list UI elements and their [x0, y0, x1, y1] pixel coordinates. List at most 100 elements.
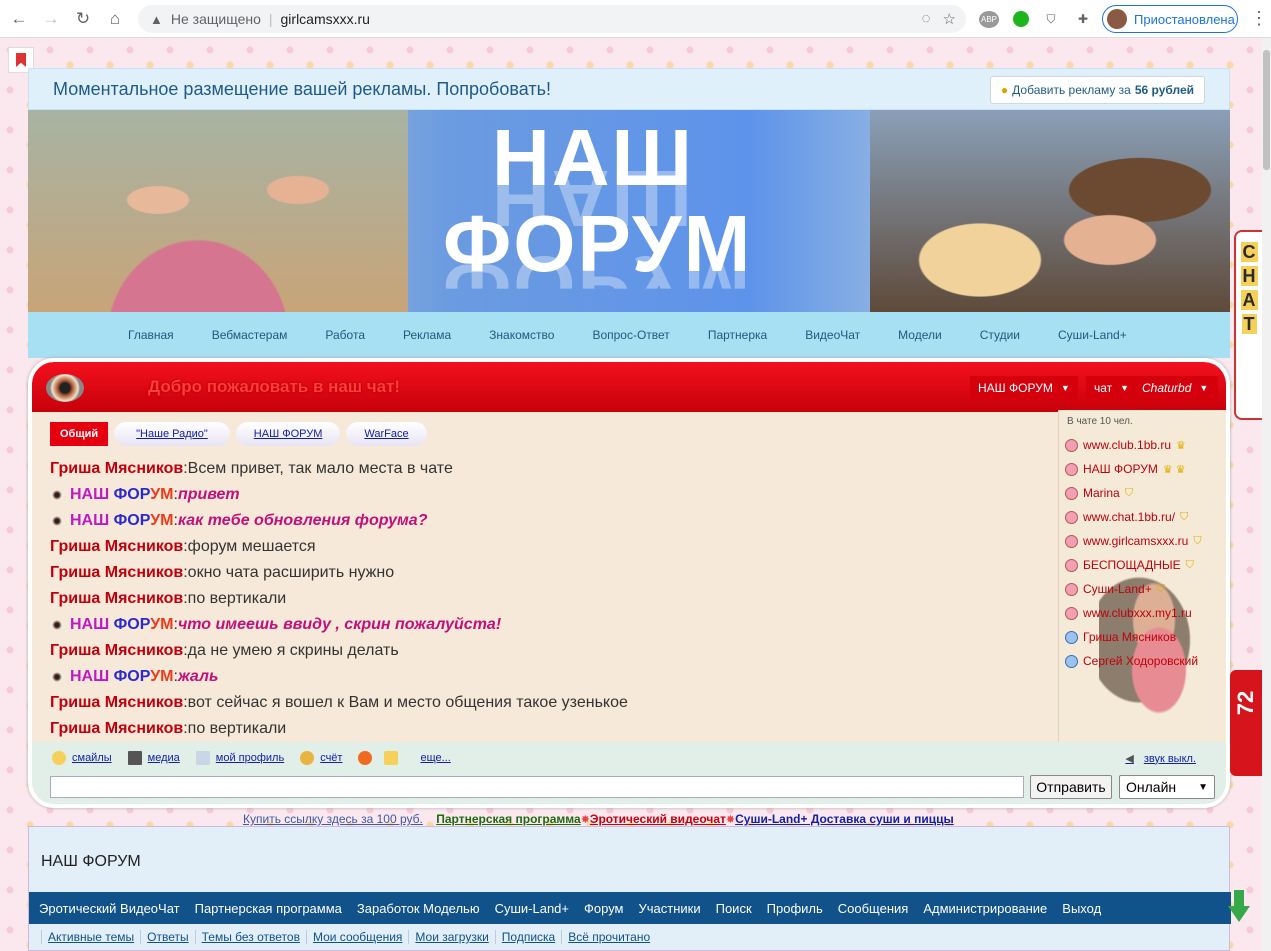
nav-partner[interactable]: Партнерка: [708, 328, 767, 342]
room-select[interactable]: НАШ ФОРУМ ▼: [970, 376, 1078, 400]
forum-subnav-item[interactable]: Активные темы: [41, 930, 140, 944]
forum-nav-item[interactable]: Сообщения: [838, 901, 909, 916]
scroll-down-arrow-icon[interactable]: [1228, 890, 1250, 924]
send-button[interactable]: Отправить: [1030, 775, 1112, 799]
buy-link[interactable]: Купить ссылку здесь за 100 руб.: [243, 812, 423, 826]
menu-icon[interactable]: ⋮: [1250, 8, 1268, 29]
scrollbar-thumb[interactable]: [1263, 50, 1270, 170]
add-advert-button[interactable]: ● Добавить рекламу за 56 рублей: [989, 76, 1205, 104]
header-banner[interactable]: НАШ ФОРУМ НАШ ФОРУМ: [28, 110, 1230, 312]
forum-nav-item[interactable]: Форум: [584, 901, 624, 916]
vip-button[interactable]: [358, 751, 378, 765]
forum-subnav-item[interactable]: Темы без ответов: [194, 930, 306, 944]
star-icon[interactable]: ☆: [943, 10, 956, 28]
user-list-item[interactable]: www.chat.1bb.ru/ ⛉: [1059, 505, 1226, 529]
forum-nav-item[interactable]: Эротический ВидеоЧат: [39, 901, 180, 916]
tab-general[interactable]: Общий: [50, 422, 109, 446]
user-list-item[interactable]: Суши-Land+ ⛉: [1059, 577, 1226, 601]
message-nick[interactable]: Гриша Мясников: [50, 460, 183, 478]
forum-nav-item[interactable]: Поиск: [716, 901, 752, 916]
abp-extension-icon[interactable]: ABP: [978, 8, 1000, 30]
forum-nav-item[interactable]: Партнерская программа: [195, 901, 342, 916]
forward-icon[interactable]: →: [38, 6, 64, 32]
user-list-item[interactable]: Гриша Мясников: [1059, 625, 1226, 649]
forum-nav-item[interactable]: Суши-Land+: [495, 901, 569, 916]
erotic-videochat-link[interactable]: Эротический видеочат: [590, 812, 726, 826]
message-nick[interactable]: Гриша Мясников: [50, 642, 183, 660]
message-nick[interactable]: НАШ ФОРУМ: [70, 486, 173, 504]
tab-forum[interactable]: НАШ ФОРУМ: [235, 422, 341, 446]
user-list-item[interactable]: www.girlcamsxxx.ru ⛉: [1059, 529, 1226, 553]
media-button[interactable]: медиа: [127, 751, 180, 765]
user-list-item[interactable]: www.clubxxx.my1.ru: [1059, 601, 1226, 625]
message-input[interactable]: [50, 776, 1024, 798]
user-icon: [1065, 630, 1078, 644]
puzzle-icon[interactable]: ✚: [1072, 8, 1094, 30]
nav-work[interactable]: Работа: [325, 328, 365, 342]
sound-toggle[interactable]: ◀ звук выкл.: [1125, 752, 1196, 766]
home-icon[interactable]: ⌂: [102, 6, 128, 32]
nav-sushi[interactable]: Суши-Land+: [1058, 328, 1127, 342]
forum-subnav-item[interactable]: Мои сообщения: [305, 930, 408, 944]
user-list-item[interactable]: НАШ ФОРУМ ♛ ♛: [1059, 457, 1226, 481]
scrollbar[interactable]: [1262, 38, 1271, 951]
message-nick[interactable]: Гриша Мясников: [50, 564, 183, 582]
user-list-item[interactable]: БЕСПОЩАДНЫЕ ⛉: [1059, 553, 1226, 577]
side-chat-letter: Т: [1241, 314, 1257, 334]
eye-off-icon[interactable]: ◌: [922, 10, 931, 28]
nav-videochat[interactable]: ВидеоЧат: [805, 328, 860, 342]
nav-models[interactable]: Модели: [898, 328, 942, 342]
message-nick[interactable]: НАШ ФОРУМ: [70, 668, 173, 686]
nav-webmasters[interactable]: Вебмастерам: [212, 328, 288, 342]
nav-ads[interactable]: Реклама: [403, 328, 451, 342]
message-nick[interactable]: Гриша Мясников: [50, 590, 183, 608]
message-nick[interactable]: Гриша Мясников: [50, 720, 183, 738]
forum-subnav-item[interactable]: Мои загрузки: [408, 930, 494, 944]
nav-dating[interactable]: Знакомство: [489, 328, 554, 342]
sushi-link[interactable]: Суши-Land+ Доставка суши и пиццы: [735, 812, 954, 826]
user-name: Суши-Land+: [1083, 582, 1152, 596]
message-nick[interactable]: НАШ ФОРУМ: [70, 512, 173, 530]
message-nick[interactable]: Гриша Мясников: [50, 538, 183, 556]
account-button[interactable]: счёт: [300, 751, 342, 765]
status-select[interactable]: Онлайн ▼: [1119, 775, 1215, 799]
tab-radio[interactable]: "Наше Радио": [114, 422, 230, 446]
chat-message: НАШ ФОРУМ: привет: [50, 482, 1050, 508]
forum-subnav-item[interactable]: Ответы: [140, 930, 194, 944]
forum-nav-item[interactable]: Выход: [1062, 901, 1101, 916]
nav-studios[interactable]: Студии: [980, 328, 1020, 342]
shield-extension-icon[interactable]: ⛉: [1040, 8, 1062, 30]
message-nick[interactable]: НАШ ФОРУМ: [70, 616, 173, 634]
user-list-item[interactable]: Сергей Ходоровский: [1059, 649, 1226, 673]
ad-text[interactable]: Моментальное размещение вашей рекламы. П…: [53, 79, 551, 100]
user-list-item[interactable]: Marina ⛉: [1059, 481, 1226, 505]
reload-icon[interactable]: ↻: [70, 6, 96, 32]
chat-select[interactable]: чат ▼: [1086, 376, 1138, 400]
back-icon[interactable]: ←: [6, 6, 32, 32]
coins-icon: [300, 751, 315, 765]
shield-button[interactable]: [384, 751, 404, 765]
forum-nav-item[interactable]: Участники: [639, 901, 701, 916]
side-chat-tab[interactable]: С Н А Т: [1234, 230, 1262, 420]
nav-qa[interactable]: Вопрос-Ответ: [592, 328, 669, 342]
nav-home[interactable]: Главная: [128, 328, 174, 342]
partner-link[interactable]: Партнерская программа: [436, 812, 580, 826]
forum-nav-item[interactable]: Администрирование: [923, 901, 1047, 916]
chaturbate-select[interactable]: Chaturbd ▼: [1134, 376, 1218, 400]
extension-green-icon[interactable]: [1010, 8, 1032, 30]
my-profile-button[interactable]: мой профиль: [195, 751, 284, 765]
forum-subnav-item[interactable]: Подписка: [494, 930, 561, 944]
profile-button[interactable]: Приостановлена: [1102, 5, 1238, 33]
side-chat-letter: Н: [1240, 266, 1258, 286]
tab-warface[interactable]: WarFace: [346, 422, 427, 446]
address-bar[interactable]: ▲ Не защищено | girlcamsxxx.ru ◌ ☆: [138, 5, 966, 33]
user-badge-icon: ⛉: [1124, 486, 1133, 499]
smileys-button[interactable]: смайлы: [52, 751, 112, 765]
forum-subnav-item[interactable]: Всё прочитано: [561, 930, 656, 944]
side-counter-tab[interactable]: 72: [1230, 670, 1262, 776]
forum-nav-item[interactable]: Заработок Моделью: [357, 901, 480, 916]
more-button[interactable]: еще...: [420, 752, 450, 764]
user-list-item[interactable]: www.club.1bb.ru ♛: [1059, 433, 1226, 457]
forum-nav-item[interactable]: Профиль: [767, 901, 823, 916]
message-nick[interactable]: Гриша Мясников: [50, 694, 183, 712]
